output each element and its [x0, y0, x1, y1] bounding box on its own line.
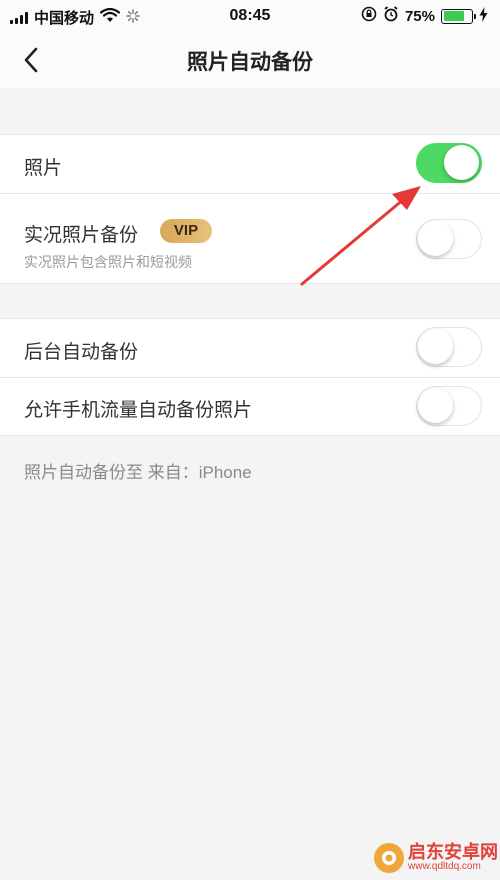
- rotation-lock-icon: [361, 6, 377, 26]
- status-bar: 中国移动 08:45 75%: [0, 0, 500, 32]
- cellular-backup-label: 允许手机流量自动备份照片: [24, 400, 253, 421]
- page-title: 照片自动备份: [187, 51, 313, 74]
- toggle-knob: [418, 221, 453, 256]
- watermark: 启东安卓网 www.qdltdq.com: [374, 843, 498, 873]
- toggle-knob: [418, 388, 453, 423]
- vip-badge: VIP: [160, 219, 212, 243]
- toggle-knob: [418, 329, 453, 364]
- navigation-bar: 照片自动备份: [0, 32, 500, 88]
- toggle-knob: [444, 145, 479, 180]
- cellular-backup-row: 允许手机流量自动备份照片: [0, 377, 500, 435]
- watermark-url: www.qdltdq.com: [408, 861, 481, 873]
- background-backup-row: 后台自动备份: [0, 319, 500, 377]
- battery-percent: 75%: [404, 7, 435, 25]
- live-photos-toggle[interactable]: [416, 219, 482, 259]
- annotation-arrow-icon: [300, 186, 421, 286]
- status-right: 75%: [361, 6, 488, 26]
- background-backup-label: 后台自动备份: [24, 342, 139, 363]
- photos-toggle[interactable]: [416, 143, 482, 183]
- photos-row: 照片: [0, 135, 500, 193]
- photos-label: 照片: [24, 158, 63, 179]
- battery-icon: [441, 8, 476, 24]
- background-backup-toggle[interactable]: [416, 327, 482, 367]
- watermark-logo-icon: [374, 843, 404, 873]
- live-photos-label: 实况照片备份: [24, 225, 139, 246]
- backup-destination-note: 照片自动备份至 来自：iPhone: [24, 463, 252, 482]
- backup-options-group: 后台自动备份 允许手机流量自动备份照片: [0, 318, 500, 436]
- cellular-backup-toggle[interactable]: [416, 386, 482, 426]
- watermark-text: 启东安卓网: [408, 842, 498, 863]
- live-photos-subtitle: 实况照片包含照片和短视频: [24, 254, 192, 270]
- alarm-icon: [383, 6, 399, 26]
- charging-icon: [479, 6, 488, 26]
